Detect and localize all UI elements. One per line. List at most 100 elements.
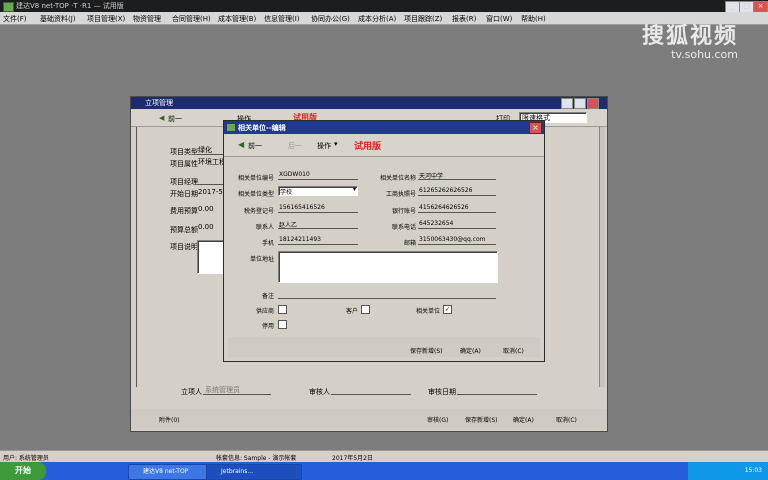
watermark-brand: 搜狐视频	[641, 24, 738, 49]
app-title: 建达V8 net-TOP ·T ·R1 — 试用版	[16, 2, 124, 10]
audit-button[interactable]: 审核(G)	[427, 415, 448, 424]
dialog-toolbar: ◀ 前一 后一 操作 ▾ 试用版	[224, 134, 544, 157]
bg-cancel-button[interactable]: 取消(C)	[556, 415, 577, 424]
attach-button[interactable]: 附件(0)	[159, 415, 180, 424]
review-date-label: 审核日期	[428, 388, 456, 396]
type-label: 相关单位类型	[237, 191, 274, 198]
bg-maximize-button[interactable]	[574, 98, 586, 109]
status-date: 2017年5月2日	[332, 455, 373, 462]
bank-value[interactable]: 4156264626526	[419, 204, 469, 211]
address-textarea[interactable]	[278, 251, 498, 283]
address-label: 单位地址	[249, 256, 274, 263]
bank-label: 银行账号	[391, 208, 416, 215]
type-label: 项目类型	[170, 148, 198, 156]
contact-label: 联系人	[255, 224, 274, 231]
name-label: 相关单位名称	[379, 175, 416, 182]
project-window-title-bar: 立项管理	[131, 97, 607, 109]
start-button[interactable]: 开始	[0, 462, 46, 480]
code-label: 相关单位编号	[237, 175, 274, 182]
customer-label: 客户	[345, 308, 358, 315]
dialog-title-bar: 相关单位--编辑 ×	[224, 121, 544, 134]
related-unit-label: 相关单位	[415, 308, 440, 315]
supplier-label: 供应商	[255, 308, 274, 315]
license-label: 工商执照号	[385, 191, 416, 198]
phone-value[interactable]: 645232654	[419, 220, 453, 227]
chevron-down-icon: ▾	[352, 186, 356, 193]
arrow-left-icon: ◀	[159, 114, 165, 122]
prev-button[interactable]: 前一	[168, 114, 182, 124]
menu-window[interactable]: 窗口(W)	[486, 14, 512, 24]
reviewer-label: 审核人	[309, 388, 330, 396]
dialog-close-button[interactable]: ×	[529, 122, 542, 134]
menu-material[interactable]: 物资管理	[133, 14, 161, 24]
supplier-checkbox[interactable]	[278, 305, 287, 314]
watermark-url: tv.sohu.com	[671, 48, 738, 61]
disabled-checkbox[interactable]	[278, 320, 287, 329]
category-value[interactable]: 环境工程	[198, 157, 226, 167]
dialog-trial-label: 试用版	[354, 142, 382, 152]
bg-minimize-button[interactable]	[561, 98, 573, 109]
desc-textarea[interactable]	[197, 240, 225, 274]
menu-help[interactable]: 帮助(H)	[521, 14, 546, 24]
dialog-ops-button[interactable]: 操作	[317, 141, 331, 151]
taskbar: 开始 建达V8 net-TOP Jetbrains... 15:03	[0, 462, 768, 480]
tax-value[interactable]: 156165416526	[279, 204, 325, 211]
save-new-button[interactable]: 保存新增(S)	[410, 346, 443, 355]
unit-edit-dialog: 相关单位--编辑 × ◀ 前一 后一 操作 ▾ 试用版 相关单位编号 XGDW0…	[223, 120, 545, 362]
project-window-title: 立项管理	[145, 99, 173, 107]
dialog-title: 相关单位--编辑	[238, 124, 286, 132]
bg-save-new-button[interactable]: 保存新增(S)	[465, 415, 498, 424]
menu-file[interactable]: 文件(F)	[3, 14, 27, 24]
ok-button[interactable]: 确定(A)	[460, 346, 481, 355]
desc-label: 项目说明	[170, 243, 198, 251]
menu-analysis[interactable]: 成本分析(A)	[358, 14, 396, 24]
dialog-prev-button[interactable]: 前一	[248, 141, 262, 151]
mobile-value[interactable]: 18124211493	[279, 236, 321, 243]
task-app[interactable]: 建达V8 net-TOP	[128, 464, 216, 480]
ops-dropdown-icon: ▾	[334, 140, 338, 148]
menu-basic-data[interactable]: 基础资料(J)	[40, 14, 76, 24]
app-title-bar: 建达V8 net-TOP ·T ·R1 — 试用版 _ □ ×	[0, 0, 768, 13]
menu-cost[interactable]: 成本管理(B)	[218, 14, 256, 24]
code-value[interactable]: XGDW010	[279, 171, 310, 178]
creator-label: 立项人	[181, 388, 202, 396]
bg-close-button[interactable]	[587, 98, 599, 109]
dialog-next-button[interactable]: 后一	[288, 141, 302, 151]
total-value[interactable]: 0.00	[198, 223, 214, 231]
dialog-app-icon	[227, 124, 235, 131]
email-label: 邮箱	[403, 240, 416, 247]
manager-label: 项目经理	[170, 178, 198, 186]
menu-report[interactable]: 报表(R)	[452, 14, 476, 24]
phone-label: 联系电话	[391, 224, 416, 231]
status-account: 帐套信息: Sample - 演示帐套	[216, 455, 297, 462]
tax-label: 税务登记号	[243, 208, 274, 215]
unit-type-select[interactable]: 学校 ▾	[278, 186, 358, 196]
system-tray: 15:03	[688, 462, 768, 480]
task-second[interactable]: Jetbrains...	[206, 464, 302, 480]
right-scrollbar[interactable]	[599, 127, 605, 387]
menu-office[interactable]: 协同办公(G)	[311, 14, 350, 24]
project-footer-bar: 附件(0) 审核(G) 保存新增(S) 确定(A) 取消(C)	[131, 409, 607, 429]
left-scroll-edge	[136, 127, 140, 387]
clock: 15:03	[744, 467, 762, 474]
related-unit-checkbox[interactable]: ✓	[443, 305, 452, 314]
checkmark-icon: ✓	[444, 306, 451, 313]
customer-checkbox[interactable]	[361, 305, 370, 314]
dialog-footer: 保存新增(S) 确定(A) 取消(C)	[228, 337, 540, 357]
remark-label: 备注	[261, 293, 274, 300]
menu-tracking[interactable]: 项目跟踪(Z)	[404, 14, 442, 24]
start-date-label: 开始日期	[170, 190, 198, 198]
budget-value[interactable]: 0.00	[198, 205, 214, 213]
menu-project[interactable]: 项目管理(X)	[87, 14, 125, 24]
license-value[interactable]: 61265262626526	[419, 187, 472, 194]
bg-ok-button[interactable]: 确定(A)	[513, 415, 534, 424]
email-value[interactable]: 3150063430@qq.com	[419, 236, 486, 243]
menu-info[interactable]: 信息管理(I)	[264, 14, 300, 24]
category-label: 项目属性	[170, 160, 198, 168]
cancel-button[interactable]: 取消(C)	[503, 346, 524, 355]
disabled-label: 停用	[261, 323, 274, 330]
menu-contract[interactable]: 合同管理(H)	[172, 14, 211, 24]
mobile-label: 手机	[261, 240, 274, 247]
unit-type-value: 学校	[280, 189, 293, 196]
budget-label: 费用预算	[170, 207, 198, 215]
